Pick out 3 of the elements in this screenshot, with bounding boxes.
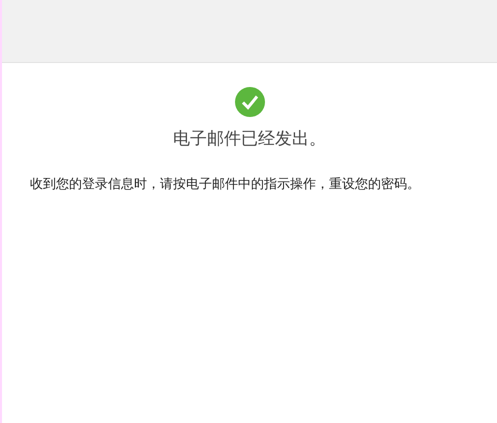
check-icon xyxy=(234,87,264,117)
status-title: 电子邮件已经发出。 xyxy=(173,128,326,151)
instruction-text: 收到您的登录信息时，请按电子邮件中的指示操作，重设您的密码。 xyxy=(30,176,421,194)
